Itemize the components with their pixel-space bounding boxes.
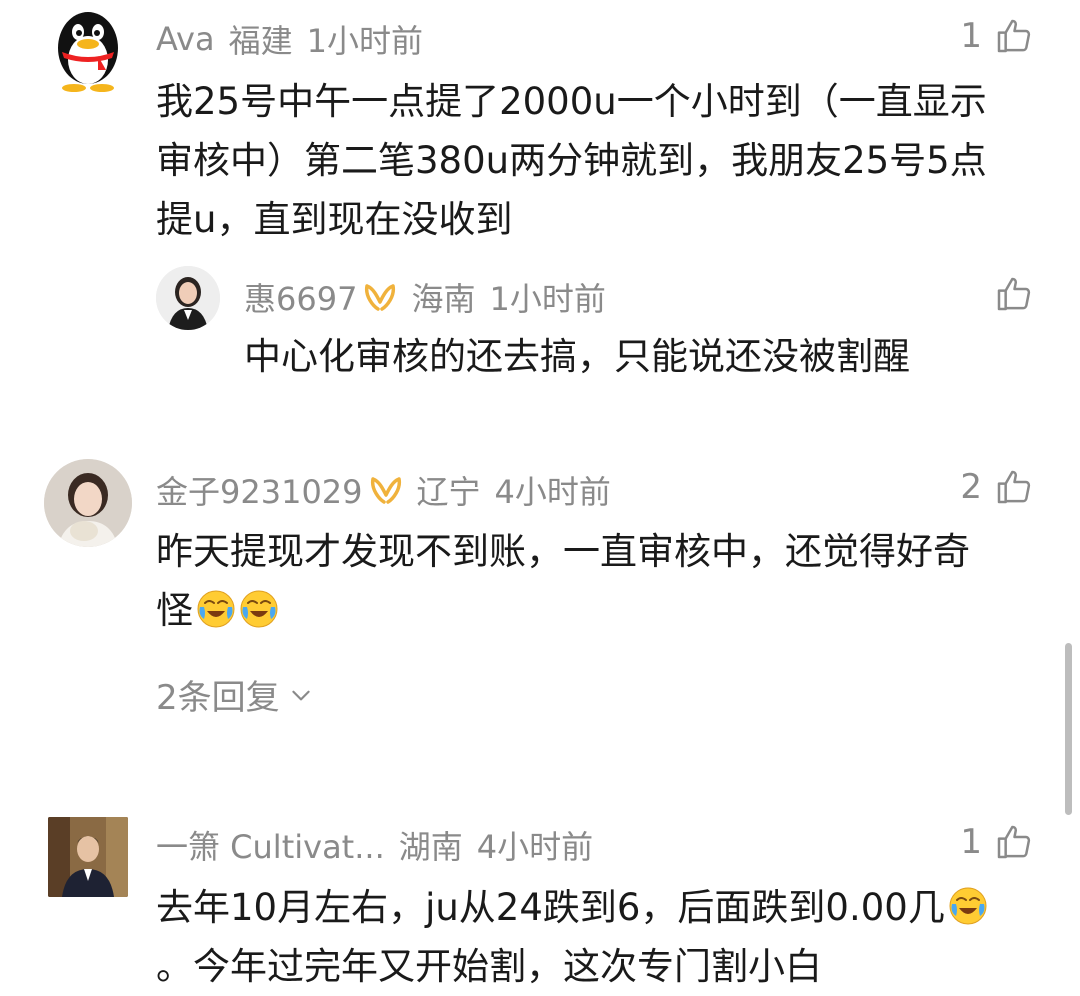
username[interactable]: 惠6697 [244,274,357,320]
timestamp: 1小时前 [306,22,423,60]
view-replies-button[interactable]: 2条回复 [156,670,314,719]
like-count: 1 [960,16,982,56]
avatar-yixiao[interactable] [48,817,128,897]
comment-meta: 金子9231029 辽宁 4小时前 [156,467,611,513]
comment-text: 我25号中午一点提了2000u一个小时到（一直显示 审核中）第二笔380u两分钟… [156,72,1056,249]
avatar-reply[interactable] [156,266,220,330]
thumbs-up-icon [994,467,1034,507]
comment-line: 怪 [156,581,1056,640]
location: 福建 [228,22,293,60]
badge-icon [369,475,403,505]
like-button[interactable]: 1 [960,16,1034,56]
replies-label: 2条回复 [156,678,280,718]
avatar-jinzi[interactable] [44,459,132,547]
comment-meta: 一箫 Cultivat... 湖南 4小时前 [156,822,593,868]
username[interactable]: 一箫 Cultivat... [156,822,385,868]
location: 海南 [411,280,476,318]
comment-line: 去年10月左右，ju从24跌到6，后面跌到0.00几 [156,878,1056,937]
avatar-penguin[interactable] [48,8,128,92]
comment-meta: Ava 福建 1小时前 [156,16,423,62]
comment-line: 。今年过完年又开始割，这次专门割小白 [156,945,822,988]
reply-meta: 惠6697 海南 1小时前 [244,274,606,320]
like-count: 1 [960,822,982,862]
crying-laughing-emoji-icon [196,589,236,629]
comment-line: 我25号中午一点提了2000u一个小时到（一直显示 [156,80,987,123]
like-count: 2 [960,467,982,507]
crying-laughing-emoji-icon [239,589,279,629]
timestamp: 4小时前 [494,473,611,511]
woman-avatar-icon [156,266,220,330]
scrollbar-thumb[interactable] [1065,643,1072,815]
location: 辽宁 [416,473,481,511]
badge-icon [363,282,397,312]
username[interactable]: Ava [156,20,215,58]
like-button[interactable]: 2 [960,467,1034,507]
comment-text: 去年10月左右，ju从24跌到6，后面跌到0.00几 。今年过完年又开始割，这次… [156,878,1056,996]
reply-text: 中心化审核的还去搞，只能说还没被割醒 [244,335,910,378]
comment-text: 昨天提现才发现不到账，一直审核中，还觉得好奇 怪 [156,522,1056,640]
penguin-avatar-icon [58,12,118,92]
thumbs-up-icon [994,16,1034,56]
like-button[interactable]: 1 [960,822,1034,862]
crying-laughing-emoji-icon [948,886,988,926]
comment-line: 昨天提现才发现不到账，一直审核中，还觉得好奇 [156,530,970,573]
comment-line: 审核中）第二笔380u两分钟就到，我朋友25号5点 [156,139,987,182]
comment-line: 提u，直到现在没收到 [156,198,513,241]
thumbs-up-icon [994,274,1034,314]
location: 湖南 [398,828,463,866]
timestamp: 1小时前 [489,280,606,318]
timestamp: 4小时前 [476,828,594,866]
like-button[interactable] [994,274,1034,314]
woman-photo-avatar-icon [44,459,132,547]
man-photo-avatar-icon [48,817,128,897]
username[interactable]: 金子9231029 [156,467,363,513]
chevron-down-icon [291,690,310,700]
thumbs-up-icon [994,822,1034,862]
